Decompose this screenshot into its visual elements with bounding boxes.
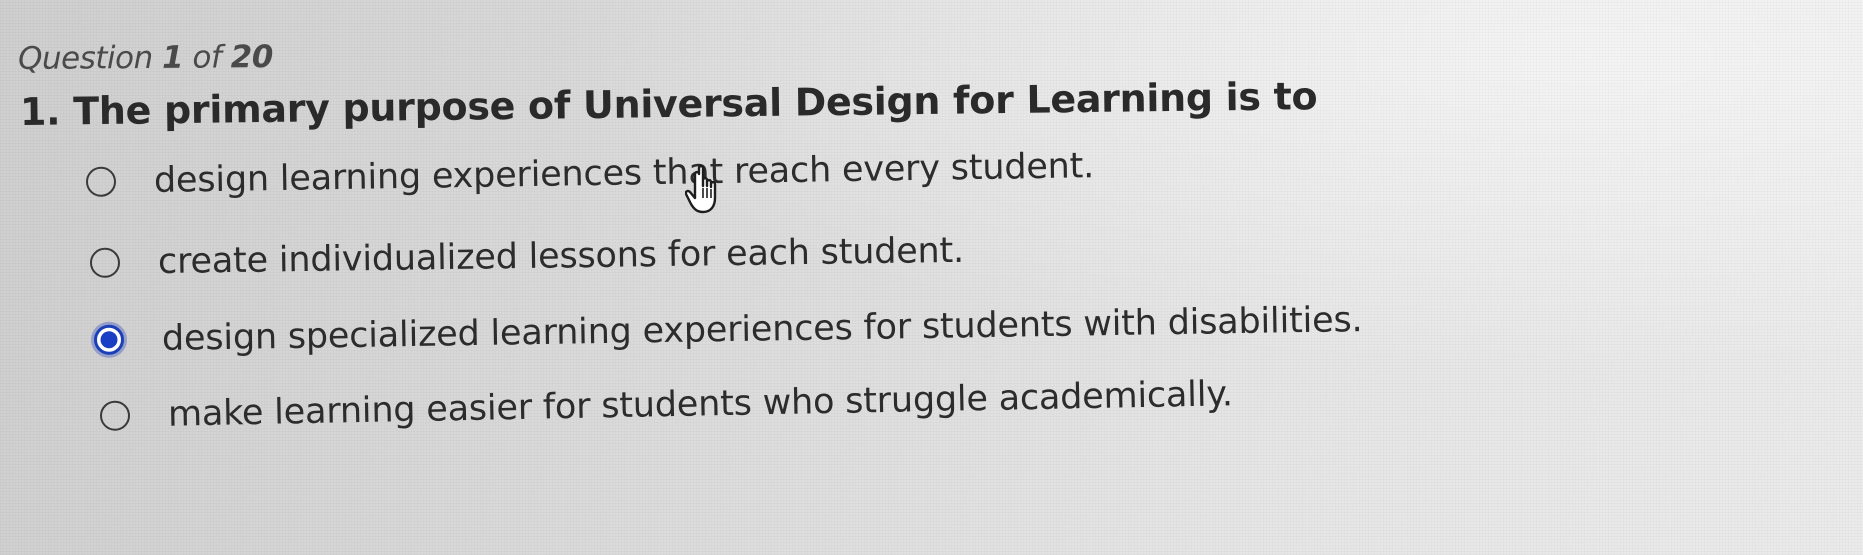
question-counter: Question 1 of 20: [18, 39, 273, 77]
answer-option-3-label[interactable]: design specialized learning experiences …: [162, 300, 1363, 359]
answer-option-3[interactable]: design specialized learning experiences …: [93, 300, 1363, 360]
answer-option-1-label[interactable]: design learning experiences that reach e…: [154, 146, 1095, 201]
question-counter-prefix: Question: [17, 39, 153, 77]
answer-option-2-label[interactable]: create individualized lessons for each s…: [158, 231, 965, 282]
answer-option-1[interactable]: design learning experiences that reach e…: [85, 146, 1095, 202]
question-total-number: 20: [230, 39, 273, 76]
question-current-number: 1: [161, 39, 184, 76]
radio-button-2[interactable]: [89, 247, 121, 278]
answer-option-2[interactable]: create individualized lessons for each s…: [89, 231, 965, 283]
question-text: 1. The primary purpose of Universal Desi…: [19, 74, 1318, 134]
answer-option-4[interactable]: make learning easier for students who st…: [99, 374, 1233, 436]
answer-option-4-label[interactable]: make learning easier for students who st…: [168, 374, 1233, 434]
hand-pointer-icon: [685, 164, 717, 214]
question-of-word: of: [192, 39, 222, 76]
radio-button-3-selected[interactable]: [93, 324, 125, 355]
radio-button-4[interactable]: [99, 400, 131, 431]
radio-button-1[interactable]: [85, 166, 117, 197]
